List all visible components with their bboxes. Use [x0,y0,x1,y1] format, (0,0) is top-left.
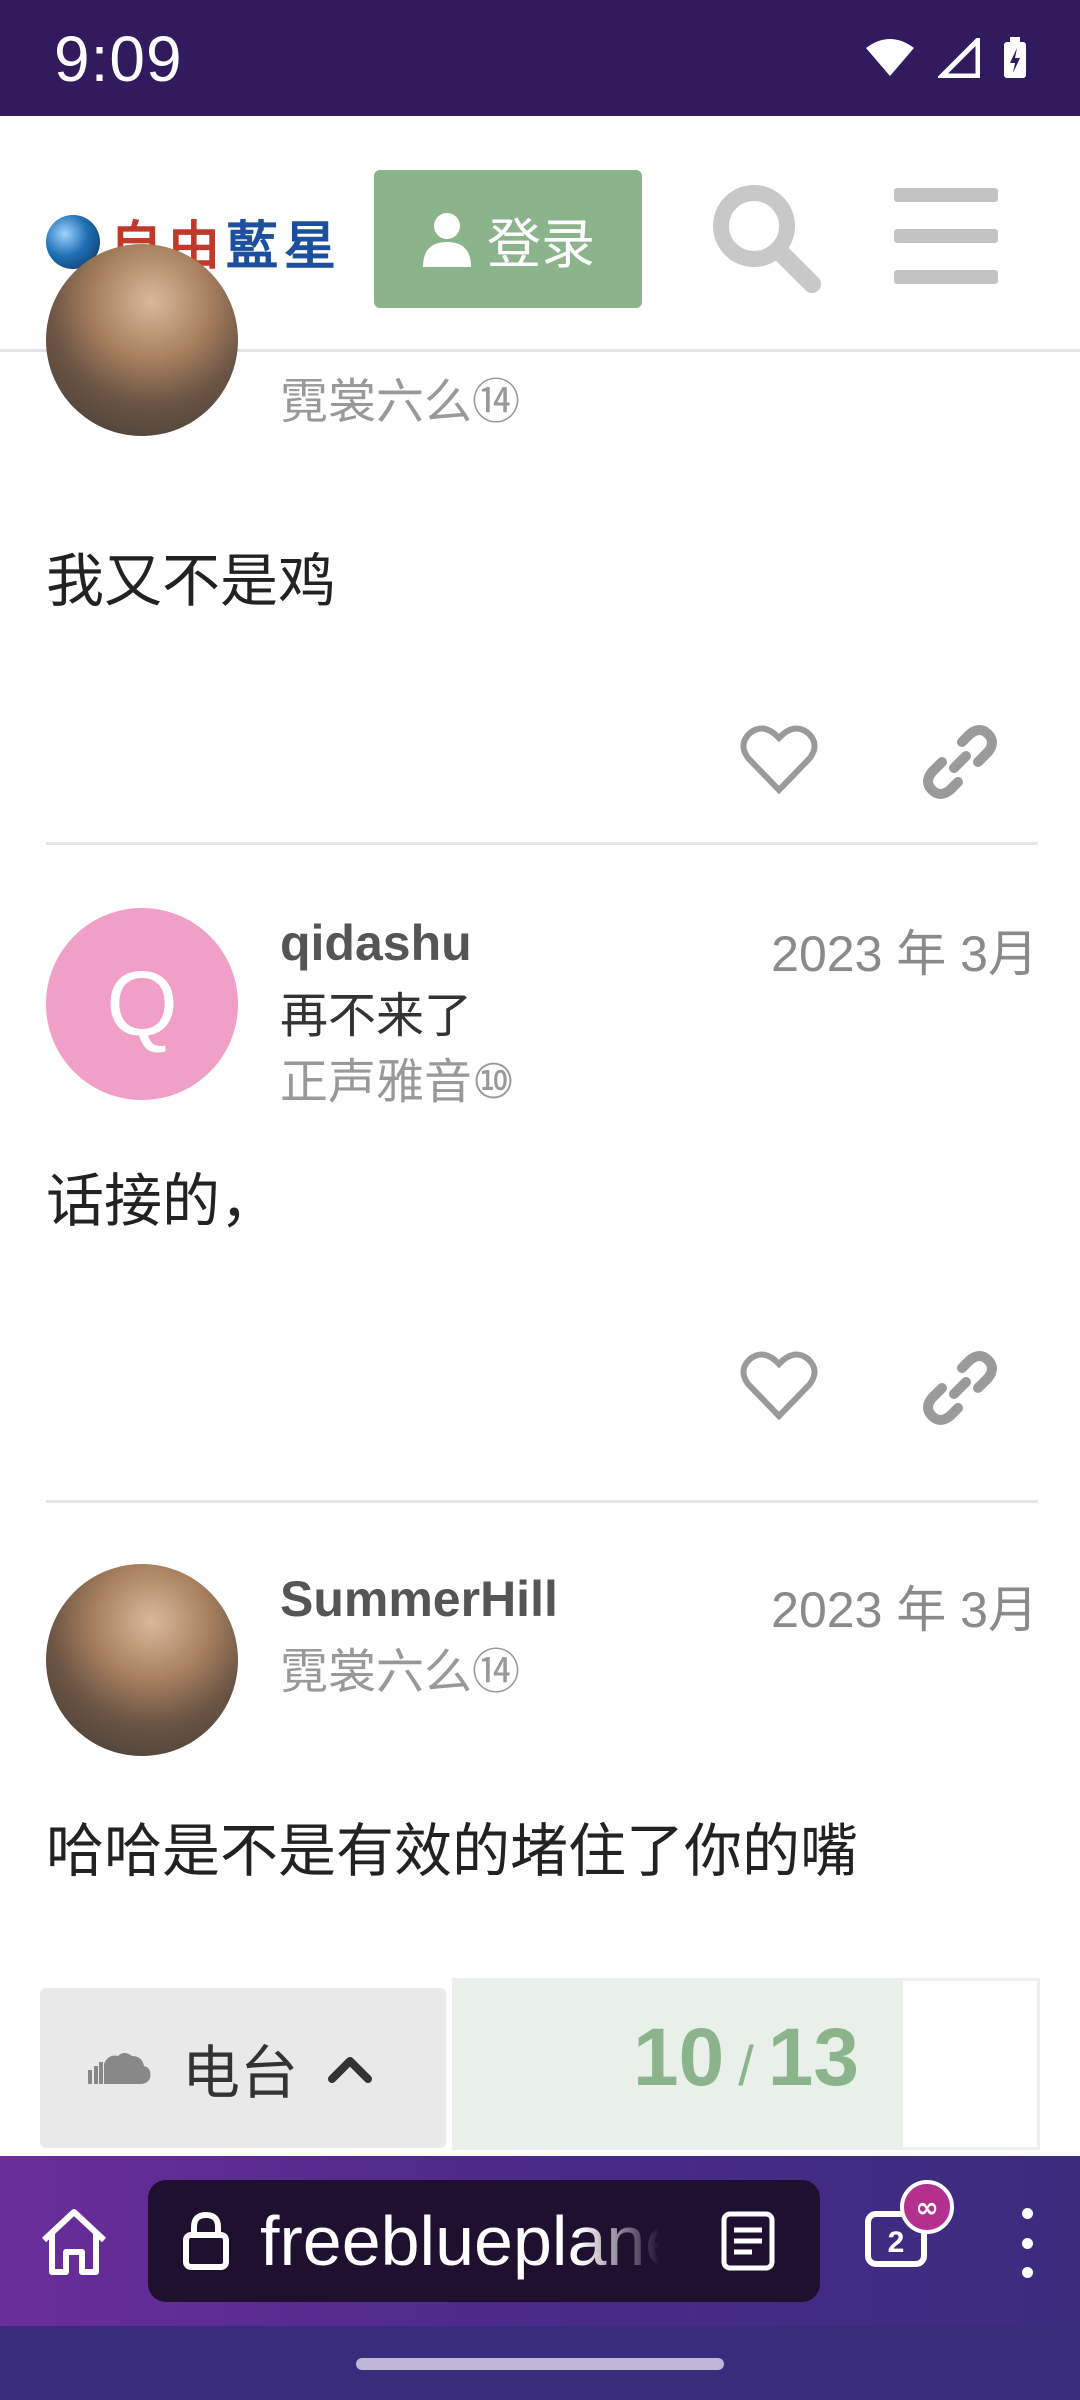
navigation-gesture-area [0,2326,1080,2400]
status-time: 9:09 [54,23,183,95]
post-actions [740,1350,998,1426]
post-body: 我又不是鸡 [46,547,337,615]
share-link-icon[interactable] [922,724,998,800]
post-date[interactable]: 2023 年 3月 [771,1570,1038,1642]
post-divider [46,1500,1038,1503]
hamburger-menu-icon[interactable] [894,188,998,284]
more-options-icon[interactable] [1012,2208,1042,2278]
signal-icon [938,38,980,78]
post-body: 话接的， [46,1167,279,1235]
user-title: 再不来了 [280,988,473,1044]
post-body: 哈哈是不是有效的堵住了你的嘴 [46,1817,859,1885]
status-icons [864,36,1028,80]
status-bar: 9:09 [0,0,1080,116]
progress-current: 10 [633,2012,725,2103]
like-heart-icon[interactable] [740,724,818,794]
user-group[interactable]: 正声雅音⑩ [280,1042,515,1112]
post: 霓裳六么⑭ 我又不是鸡 [46,244,1038,842]
search-icon[interactable] [704,176,824,296]
progress-total: 13 [767,2012,859,2103]
topic-progress[interactable]: 10/13 [452,1978,1040,2150]
wifi-icon [866,39,914,76]
login-label: 登录 [487,212,595,276]
user-icon [423,213,471,267]
post-date[interactable]: 2023 年 3月 [771,914,1038,986]
gesture-handle[interactable] [356,2358,724,2370]
private-mode-icon: ∞ [900,2180,954,2234]
reader-mode-icon[interactable] [720,2210,776,2272]
progress-text: 10/13 [455,2011,1037,2105]
login-button[interactable]: 登录 [374,170,642,308]
home-icon[interactable] [36,2204,112,2280]
username[interactable]: qidashu [280,914,472,972]
avatar[interactable] [46,1564,238,1756]
share-link-icon[interactable] [922,1350,998,1426]
post-actions [740,724,998,800]
post-divider [46,842,1038,845]
user-group[interactable]: 霓裳六么⑭ [280,1632,520,1702]
chevron-up-icon [328,2057,373,2083]
avatar[interactable]: Q [46,908,238,1100]
post: SummerHill 2023 年 3月 霓裳六么⑭ 哈哈是不是有效的堵住了你的… [46,1564,1038,1964]
battery-icon [1004,37,1026,78]
like-heart-icon[interactable] [740,1350,818,1420]
avatar[interactable] [46,244,238,436]
user-group[interactable]: 霓裳六么⑭ [280,362,520,432]
browser-toolbar: freeblueplanet 2 ∞ [0,2156,1080,2326]
url-text: freeblueplanet [260,2202,660,2280]
url-field[interactable]: freeblueplanet [148,2180,820,2302]
soundcloud-icon [88,2053,151,2084]
lock-icon [183,2211,229,2270]
radio-button[interactable]: 电台 [40,1988,446,2148]
progress-separator: / [738,2034,754,2097]
tab-count: 2 [888,2226,905,2259]
post: Q qidashu 2023 年 3月 再不来了 正声雅音⑩ 话接的， [46,908,1038,1500]
radio-label: 电台 [182,2039,299,2107]
username[interactable]: SummerHill [280,1570,558,1628]
